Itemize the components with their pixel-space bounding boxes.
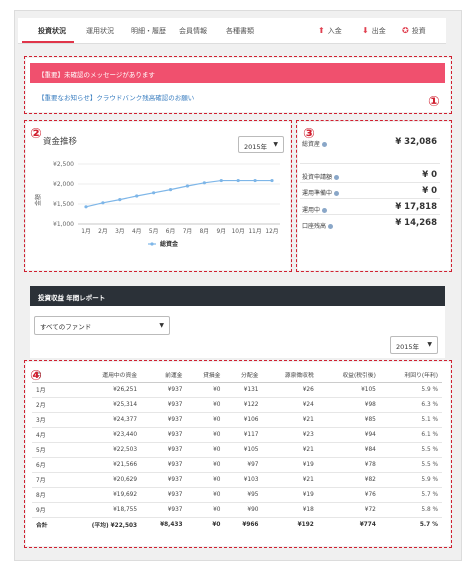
tab-documents[interactable]: 各種書類 — [226, 26, 254, 36]
withdraw-button[interactable]: ⬇ 出金 — [362, 26, 386, 36]
deposit-icon: ⬆ — [318, 26, 325, 35]
invest-label: 投資 — [411, 27, 426, 35]
fund-select-value: すべてのファンド — [40, 323, 92, 331]
report-header: 投資収益 年間レポート — [30, 286, 445, 306]
section-1-outline — [24, 56, 452, 114]
section-3-marker: ③ — [303, 126, 315, 142]
chevron-down-icon: ▼ — [427, 341, 432, 348]
section-2-outline — [24, 120, 292, 272]
report-year-select[interactable]: 2015年 ▼ — [390, 336, 438, 354]
tab-member-info[interactable]: 会員情報 — [179, 26, 207, 36]
deposit-label: 入金 — [327, 27, 342, 35]
section-1-marker: ① — [428, 94, 440, 110]
invest-button[interactable]: ✪ 投資 — [402, 26, 426, 36]
tab-investment-status[interactable]: 投資状況 — [38, 26, 66, 36]
chevron-down-icon: ▼ — [159, 322, 164, 329]
tab-operation-status[interactable]: 運用状況 — [86, 26, 114, 36]
deposit-button[interactable]: ⬆ 入金 — [318, 26, 342, 36]
section-2-marker: ② — [30, 126, 42, 142]
invest-icon: ✪ — [402, 26, 409, 35]
report-title: 投資収益 年間レポート — [38, 294, 106, 302]
report-year-value: 2015年 — [396, 343, 420, 351]
withdraw-icon: ⬇ — [362, 26, 369, 35]
section-4-outline — [24, 360, 452, 548]
section-4-marker: ④ — [30, 368, 42, 384]
fund-select[interactable]: すべてのファンド ▼ — [34, 316, 170, 335]
withdraw-label: 出金 — [371, 27, 386, 35]
tab-history[interactable]: 明細・履歴 — [131, 26, 166, 36]
section-3-outline — [296, 120, 452, 272]
top-nav: 投資状況 運用状況 明細・履歴 会員情報 各種書類 ⬆ 入金 ⬇ 出金 ✪ 投資 — [18, 18, 446, 44]
active-tab-indicator — [22, 41, 74, 43]
